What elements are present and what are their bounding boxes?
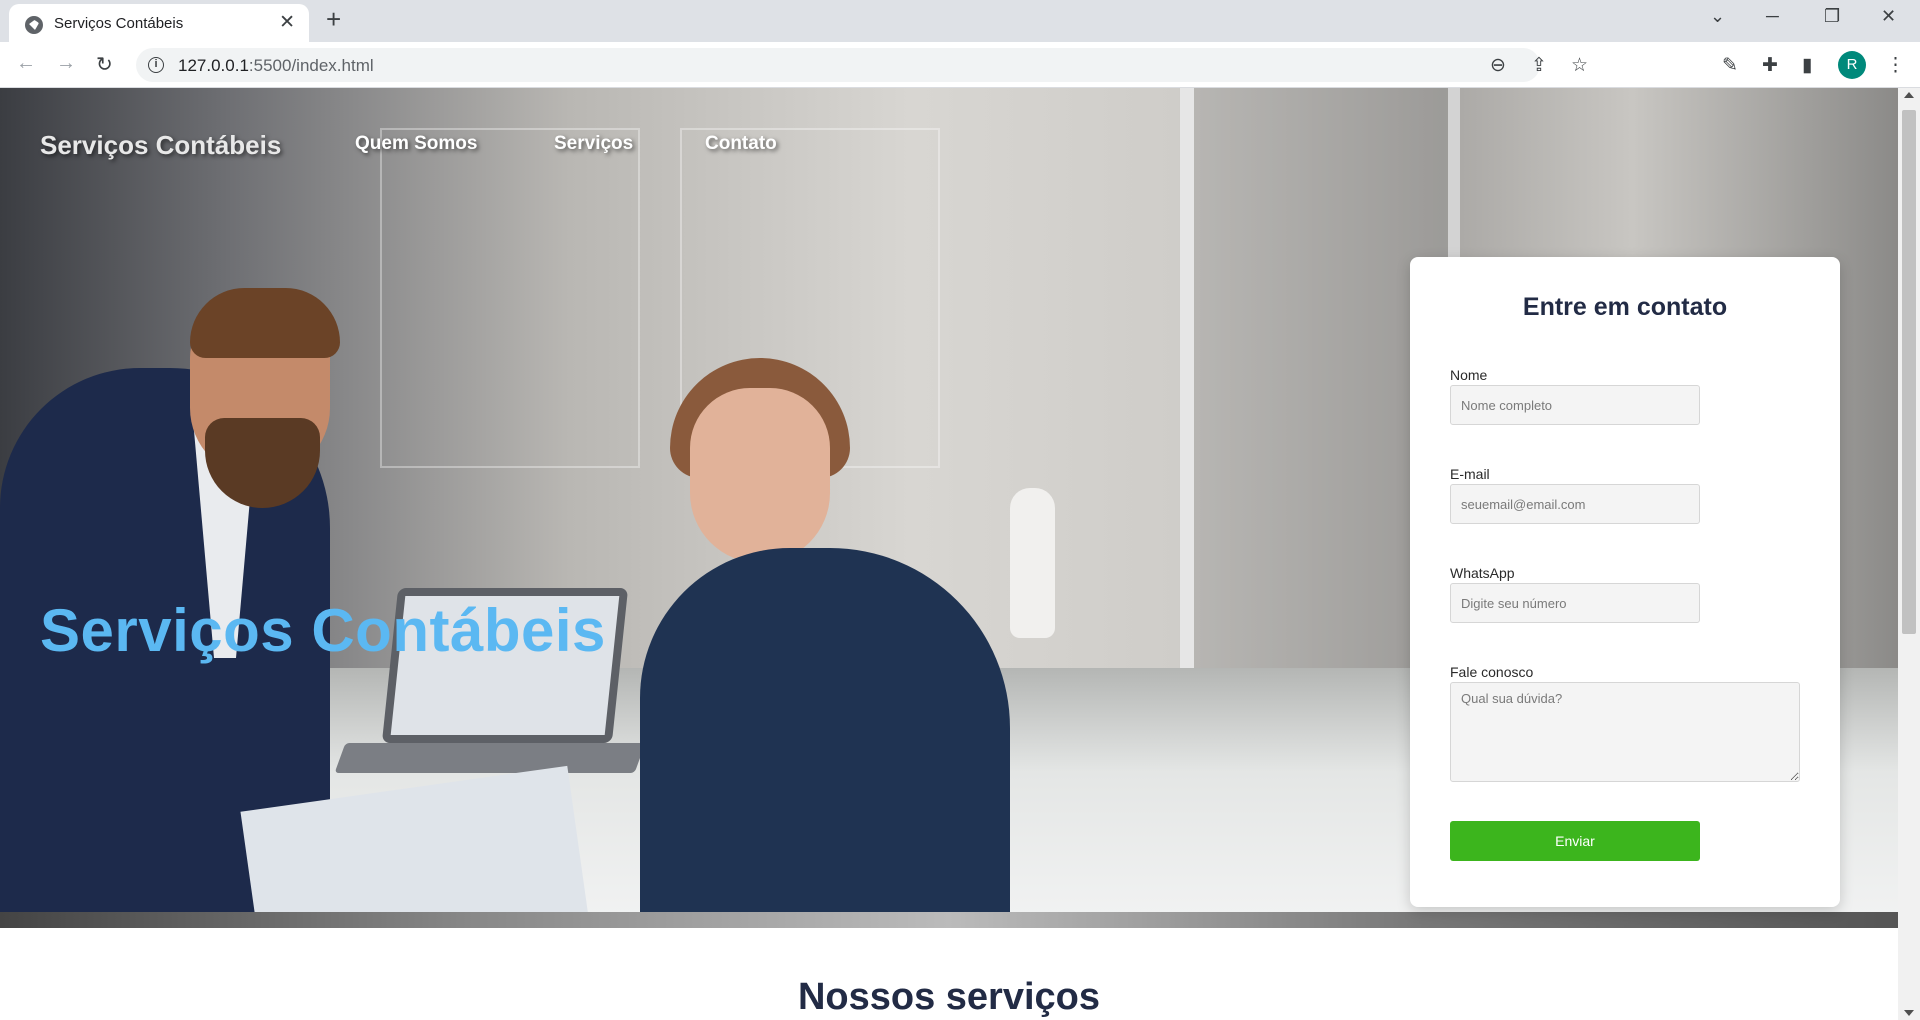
submit-button[interactable]: Enviar [1450,821,1700,861]
contact-form-card: Entre em contato Nome E-mail WhatsApp Fa… [1410,257,1840,907]
scroll-up-arrow-icon[interactable] [1904,92,1914,98]
browser-tab-strip: Serviços Contábeis ✕ + ⌄ ─ ❐ ✕ [0,0,1920,42]
whatsapp-label: WhatsApp [1450,565,1515,581]
hero-photo-bottom-strip [0,912,1898,928]
url-text: 127.0.0.1:5500/index.html [178,56,374,75]
address-bar[interactable]: i 127.0.0.1:5500/index.html ⊖ ⇪ ☆ [136,48,1588,82]
services-section-title: Nossos serviços [797,976,1101,1018]
globe-icon [25,16,43,34]
message-label: Fale conosco [1450,664,1534,680]
page-viewport: Serviços Contábeis Quem Somos Serviços C… [0,88,1898,1020]
minimize-icon[interactable]: ─ [1766,6,1779,27]
name-input[interactable] [1450,385,1700,425]
email-input[interactable] [1450,484,1700,524]
nav-link-contato[interactable]: Contato [705,133,777,155]
site-info-icon[interactable]: i [148,57,164,73]
whatsapp-input[interactable] [1450,583,1700,623]
message-textarea[interactable] [1450,682,1800,782]
new-tab-button[interactable]: + [326,6,341,32]
back-icon[interactable]: ← [16,52,36,75]
tab-search-icon[interactable]: ⌄ [1710,6,1725,27]
restore-icon[interactable]: ❐ [1824,6,1840,27]
contact-form-title: Entre em contato [1522,293,1728,321]
hero-section: Serviços Contábeis Quem Somos Serviços C… [0,88,1898,928]
hero-photo-woman [640,548,1010,928]
close-tab-icon[interactable]: ✕ [279,13,295,32]
site-brand[interactable]: Serviços Contábeis [40,130,281,161]
profile-avatar[interactable]: R [1838,51,1866,79]
hero-photo-man-hair [190,288,340,358]
browser-toolbar: ← → ↻ i 127.0.0.1:5500/index.html ⊖ ⇪ ☆ … [0,42,1920,88]
devtools-extension-icon[interactable]: ✎ [1722,54,1738,77]
hero-photo-laptop-base [334,743,646,773]
hero-photo-wall-panel [380,128,640,468]
hero-photo-vase [1010,488,1055,638]
hero-photo-woman-head [690,388,830,563]
scroll-down-arrow-icon[interactable] [1904,1010,1914,1016]
email-label: E-mail [1450,466,1490,482]
tab-title: Serviços Contábeis [54,15,184,32]
extensions-puzzle-icon[interactable]: ✚ [1762,54,1778,77]
page-scrollbar[interactable] [1898,88,1920,1020]
nav-link-servicos[interactable]: Serviços [554,133,633,155]
scrollbar-thumb[interactable] [1902,110,1916,634]
zoom-icon[interactable]: ⊖ [1490,54,1506,77]
hero-title: Serviços Contábeis [40,597,606,664]
bookmark-star-icon[interactable]: ☆ [1571,54,1588,77]
forward-icon[interactable]: → [56,52,76,75]
close-window-icon[interactable]: ✕ [1881,6,1896,27]
nav-link-quem-somos[interactable]: Quem Somos [355,133,477,155]
name-label: Nome [1450,367,1488,383]
side-panel-icon[interactable]: ▮ [1802,54,1812,77]
menu-kebab-icon[interactable]: ⋮ [1886,54,1905,77]
browser-tab[interactable]: Serviços Contábeis ✕ [9,4,309,42]
share-icon[interactable]: ⇪ [1531,54,1547,77]
reload-icon[interactable]: ↻ [96,52,113,77]
